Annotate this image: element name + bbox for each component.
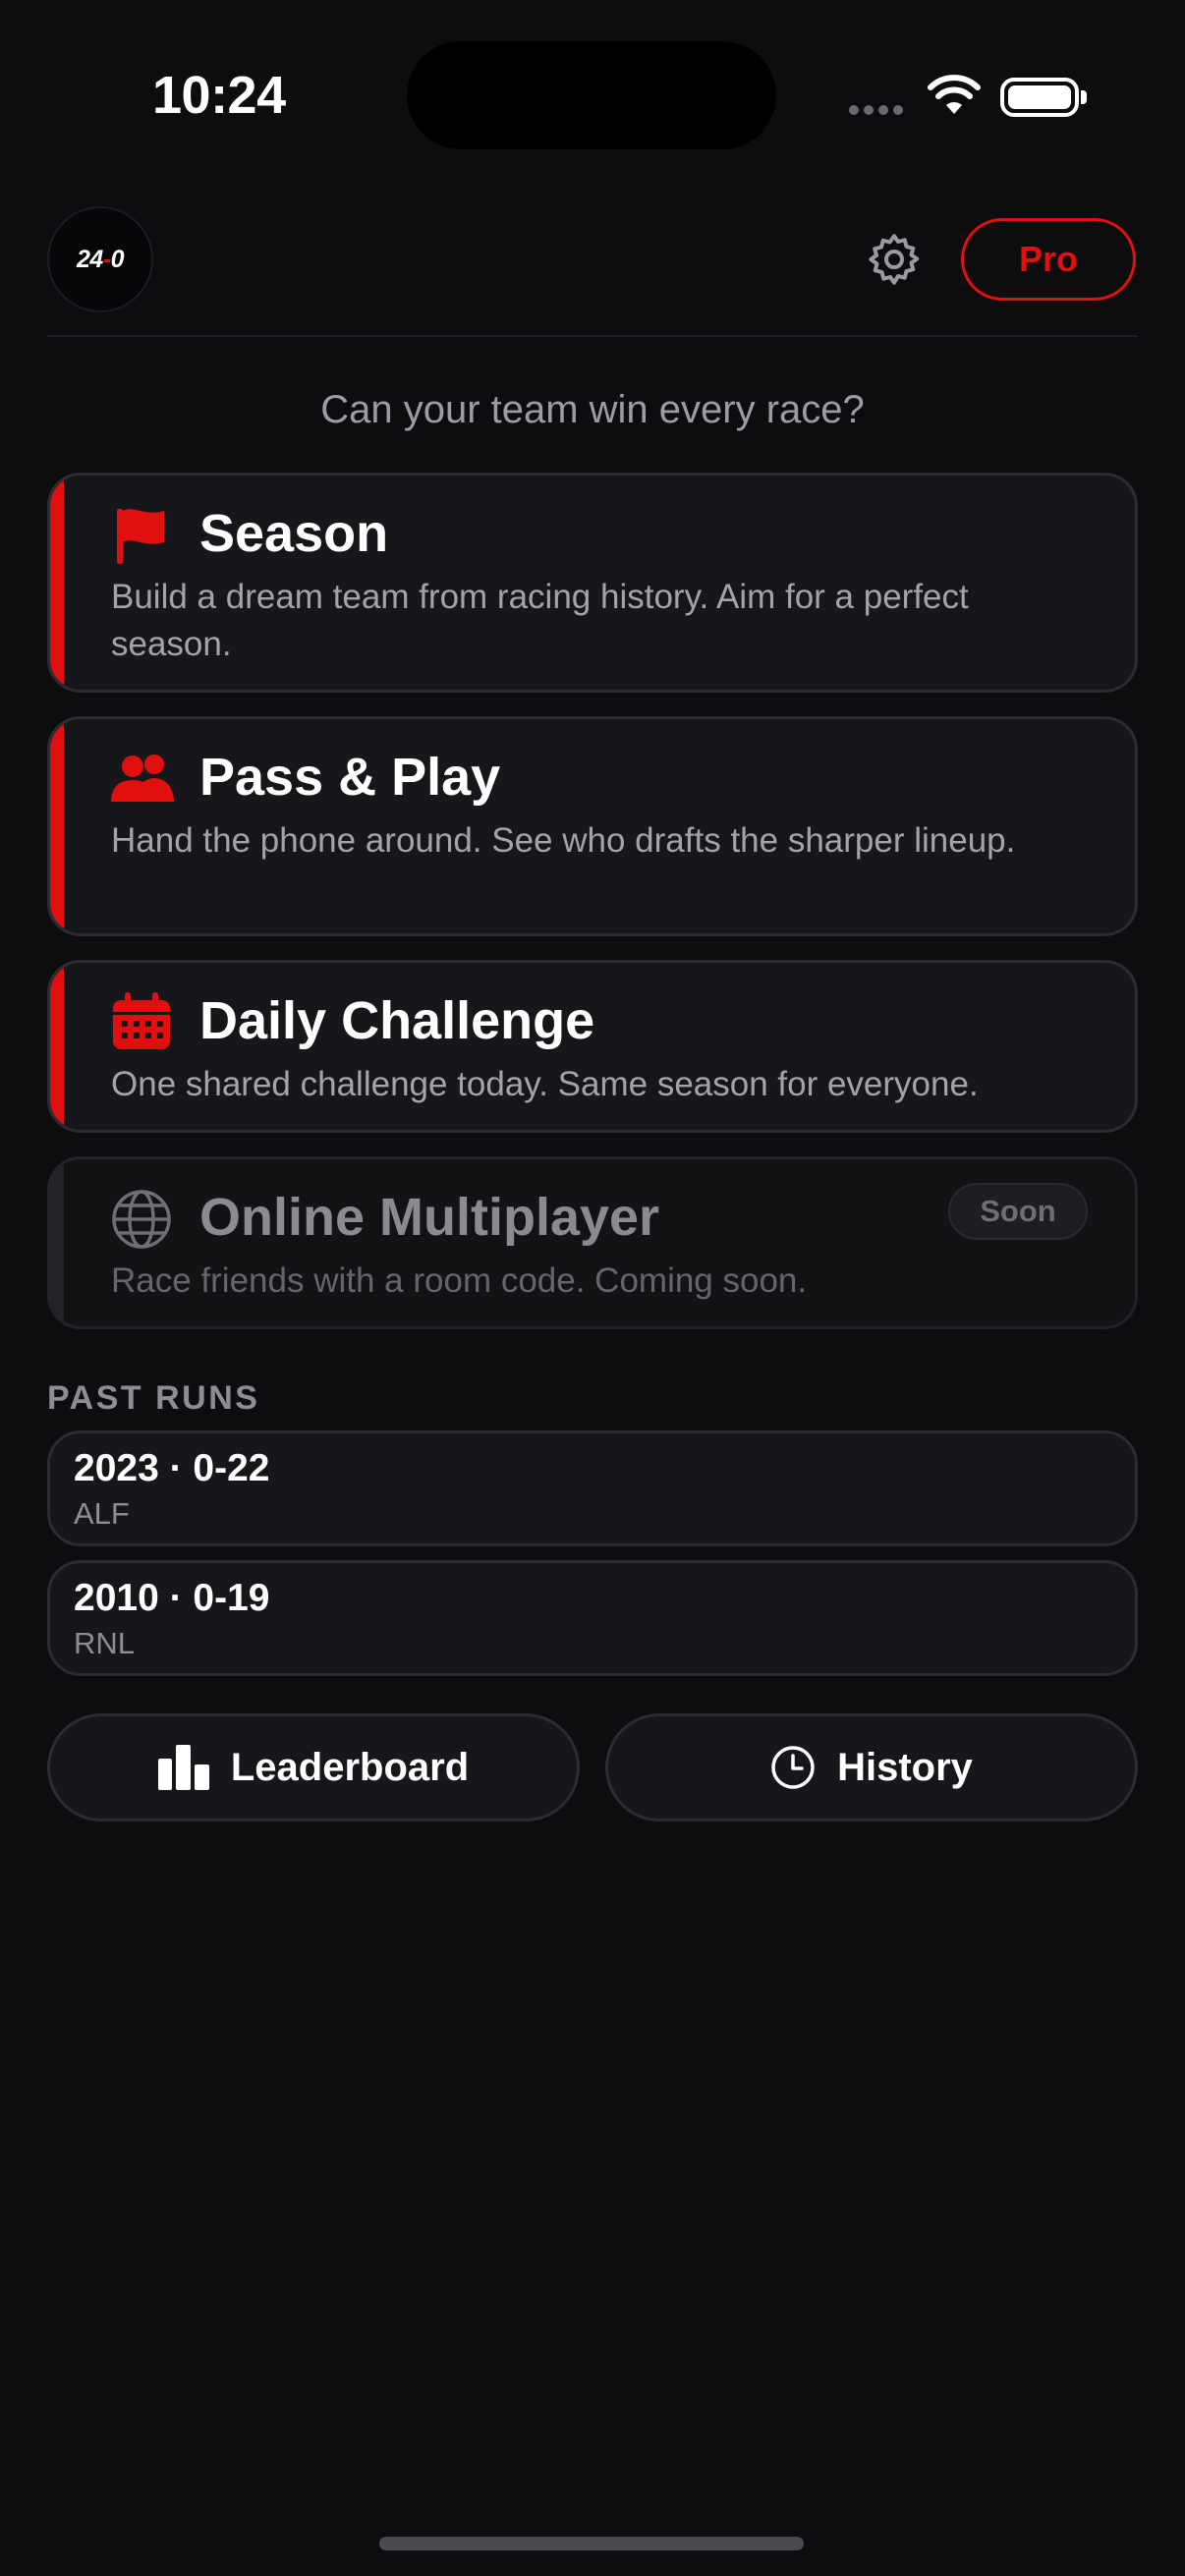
mode-card-season[interactable]: Season Build a dream team from racing hi… bbox=[47, 473, 1138, 693]
history-label: History bbox=[837, 1745, 973, 1789]
mode-title: Pass & Play bbox=[199, 748, 501, 807]
leaderboard-label: Leaderboard bbox=[230, 1745, 470, 1789]
leaderboard-button[interactable]: Leaderboard bbox=[47, 1713, 580, 1821]
pro-button[interactable]: Pro bbox=[961, 218, 1136, 301]
tagline: Can your team win every race? bbox=[320, 388, 865, 431]
past-run-title: 2010 · 0-19 bbox=[74, 1577, 270, 1619]
logo-text-left: 24 bbox=[76, 245, 103, 273]
soon-badge: Soon bbox=[948, 1183, 1088, 1240]
mode-description: One shared challenge today. Same season … bbox=[111, 1065, 979, 1103]
globe-icon bbox=[112, 1190, 171, 1249]
app-logo: 24-0 bbox=[47, 206, 153, 312]
home-indicator[interactable] bbox=[379, 2537, 804, 2550]
people-icon bbox=[111, 755, 174, 802]
wifi-icon bbox=[928, 75, 981, 114]
mode-card-online-multiplayer: Online Multiplayer Race friends with a r… bbox=[47, 1156, 1138, 1329]
history-button[interactable]: History bbox=[605, 1713, 1138, 1821]
past-runs-heading: PAST RUNS bbox=[47, 1379, 260, 1417]
past-run-item[interactable]: 2010 · 0-19 RNL bbox=[47, 1560, 1138, 1676]
calendar-icon bbox=[113, 992, 170, 1049]
card-accent-bar bbox=[50, 476, 64, 690]
card-accent-bar bbox=[50, 963, 64, 1130]
dynamic-island bbox=[407, 41, 776, 149]
bar-chart-icon bbox=[157, 1745, 209, 1790]
past-run-title: 2023 · 0-22 bbox=[74, 1447, 270, 1489]
clock-icon bbox=[771, 1746, 815, 1789]
mode-card-pass-and-play[interactable]: Pass & Play Hand the phone around. See w… bbox=[47, 716, 1138, 936]
logo-text-right: 0 bbox=[110, 245, 125, 273]
mode-title: Daily Challenge bbox=[199, 991, 595, 1050]
past-run-item[interactable]: 2023 · 0-22 ALF bbox=[47, 1430, 1138, 1546]
logo-dash: - bbox=[102, 245, 111, 273]
header-divider bbox=[47, 335, 1138, 337]
past-run-subtitle: RNL bbox=[74, 1626, 136, 1660]
mode-card-daily-challenge[interactable]: Daily Challenge One shared challenge tod… bbox=[47, 960, 1138, 1133]
status-time: 10:24 bbox=[152, 66, 286, 125]
mode-description: Race friends with a room code. Coming so… bbox=[111, 1261, 808, 1300]
mode-description: Hand the phone around. See who drafts th… bbox=[111, 821, 1016, 860]
battery-icon bbox=[1000, 78, 1079, 117]
gear-icon[interactable] bbox=[865, 230, 924, 289]
cellular-signal-icon bbox=[849, 102, 908, 115]
past-run-subtitle: ALF bbox=[74, 1496, 130, 1531]
card-accent-bar bbox=[50, 719, 64, 933]
mode-description: Build a dream team from racing history. … bbox=[111, 578, 969, 663]
flag-icon bbox=[117, 509, 164, 564]
mode-title: Online Multiplayer bbox=[199, 1188, 660, 1247]
card-accent-bar bbox=[50, 1159, 64, 1326]
battery-cap bbox=[1081, 90, 1087, 104]
mode-title: Season bbox=[199, 504, 389, 563]
